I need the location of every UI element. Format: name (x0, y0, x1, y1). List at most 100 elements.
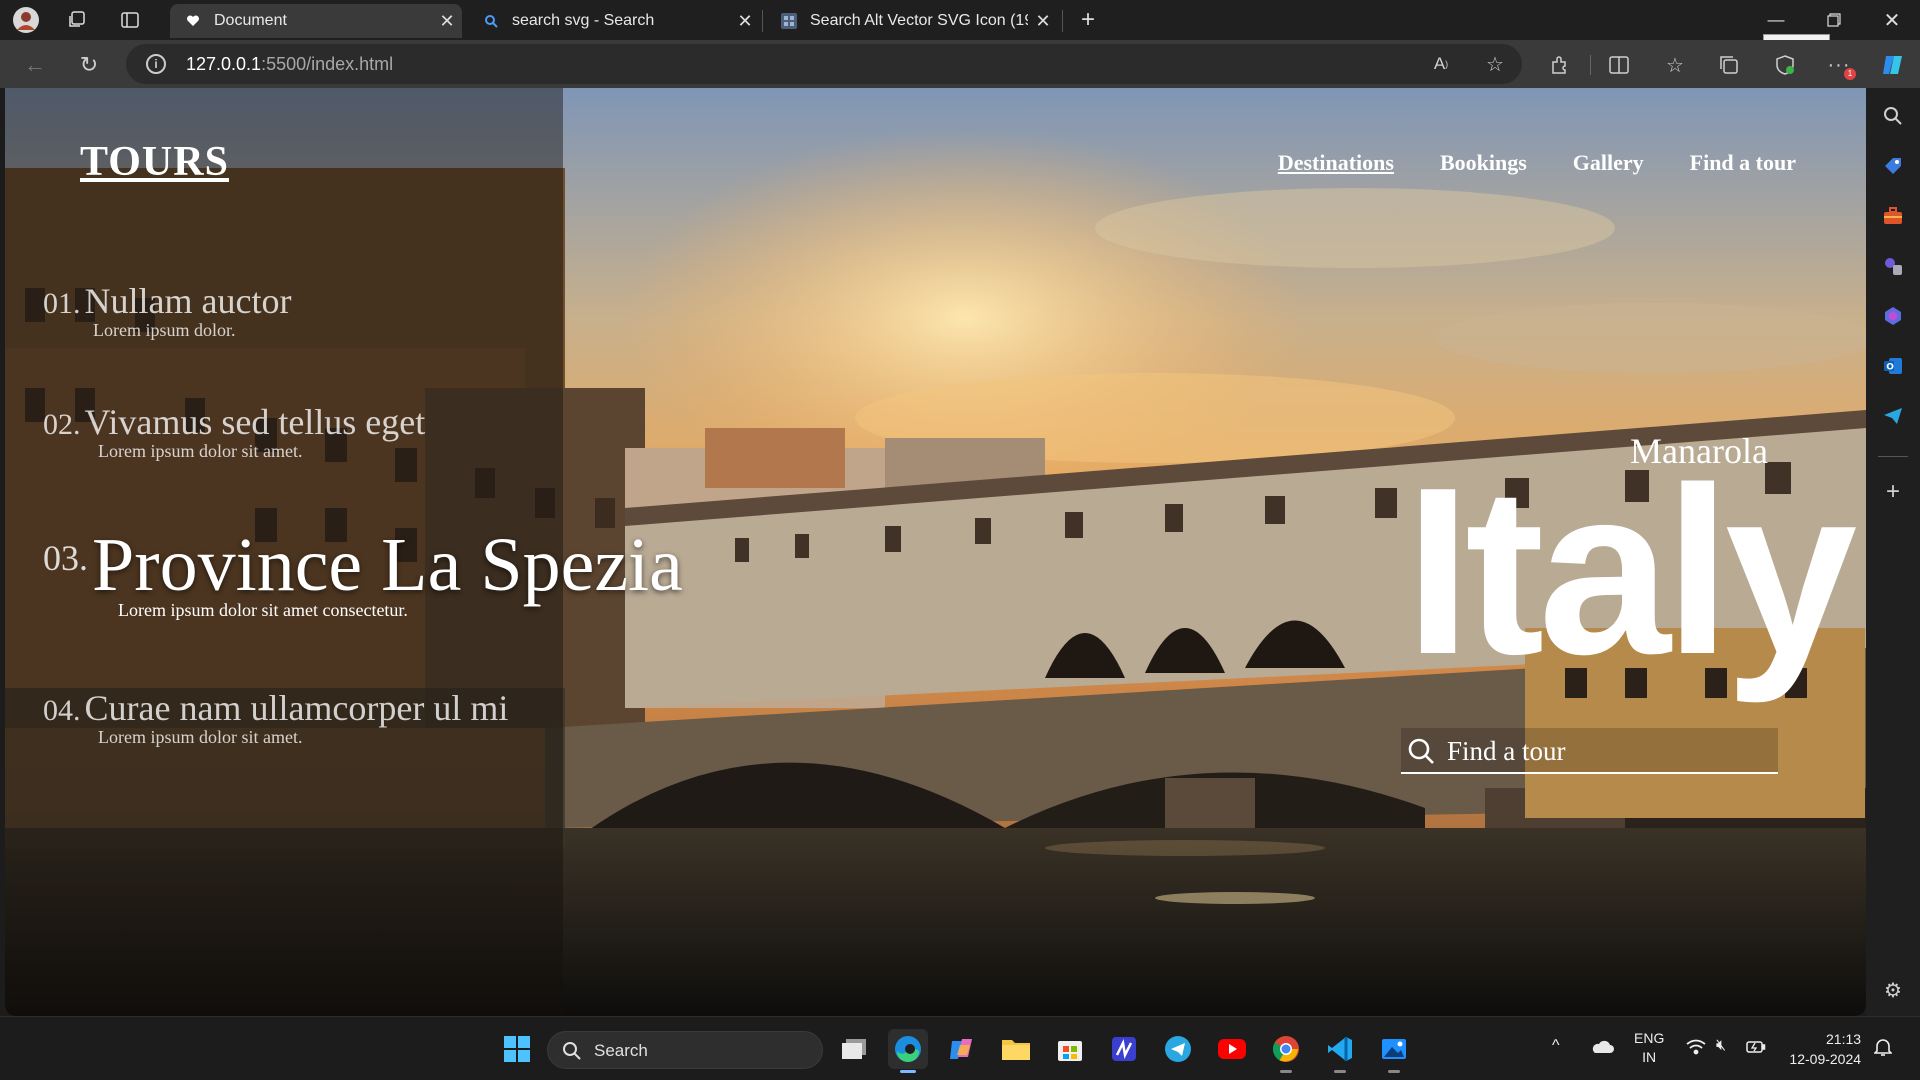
tools-briefcase-icon[interactable] (1879, 202, 1907, 230)
back-button[interactable]: ← (18, 48, 52, 82)
edge-sidebar: O + ⚙ (1866, 88, 1920, 1016)
address-bar[interactable]: i 127.0.0.1:5500/index.html A) ☆ (126, 44, 1522, 84)
vs-code-insiders-icon[interactable] (1104, 1029, 1144, 1069)
destination-name: Nullam auctor (84, 281, 292, 321)
nav-bookings[interactable]: Bookings (1440, 150, 1527, 176)
destination-item-3-active[interactable]: 03.Province La Spezia Lorem ipsum dolor … (43, 522, 683, 620)
favorite-star-icon[interactable]: ☆ (1480, 49, 1510, 79)
search-input[interactable] (1447, 732, 1767, 770)
copilot-icon[interactable] (1878, 50, 1908, 80)
tab-search-svg[interactable]: search svg - Search ✕ (468, 4, 760, 38)
toolbar-divider (1590, 55, 1591, 75)
close-icon[interactable]: ✕ (432, 11, 462, 32)
workspaces-icon[interactable] (60, 4, 92, 36)
search-icon (482, 12, 500, 30)
task-view-icon[interactable] (834, 1029, 874, 1069)
microsoft-365-icon[interactable] (1879, 302, 1907, 330)
taskbar-search-label: Search (594, 1041, 648, 1060)
search-icon[interactable] (1407, 737, 1435, 765)
wifi-icon[interactable] (1686, 1039, 1706, 1058)
destination-number: 01. (43, 287, 81, 320)
site-nav: Destinations Bookings Gallery Find a tou… (1278, 150, 1796, 176)
destination-description: Lorem ipsum dolor sit amet. (98, 727, 303, 747)
tab-document[interactable]: Document ✕ (170, 4, 462, 38)
hero-title: Italy (1405, 439, 1857, 704)
destination-description: Lorem ipsum dolor. (93, 320, 236, 340)
extensions-icon[interactable] (1544, 50, 1574, 80)
clock-time: 21:13 (1826, 1031, 1862, 1047)
browser-essentials-icon[interactable] (1770, 50, 1800, 80)
destination-name: Curae nam ullamcorper ul mi (84, 688, 509, 728)
close-window-button[interactable]: ✕ (1864, 0, 1920, 40)
clock[interactable]: 21:13 12-09-2024 (1786, 1029, 1861, 1069)
onedrive-cloud-icon[interactable] (1590, 1039, 1614, 1058)
photos-icon[interactable] (1374, 1029, 1414, 1073)
shopping-tag-icon[interactable] (1879, 152, 1907, 180)
telegram-icon[interactable] (1158, 1029, 1198, 1069)
close-icon[interactable]: ✕ (1028, 11, 1058, 32)
destination-item-1[interactable]: 01. Nullam auctor Lorem ipsum dolor. (43, 280, 292, 340)
chrome-icon[interactable] (1266, 1029, 1306, 1073)
svgrepo-icon (780, 12, 798, 30)
destination-description: Lorem ipsum dolor sit amet consectetur. (118, 600, 408, 620)
region-code: IN (1642, 1049, 1657, 1065)
site-logo[interactable]: TOURS (80, 138, 229, 186)
tab-actions-icon[interactable] (114, 4, 146, 36)
more-menu-icon[interactable]: ··· 1 (1824, 50, 1856, 80)
microsoft-store-icon[interactable] (1050, 1029, 1090, 1069)
notification-bell-icon[interactable] (1873, 1037, 1893, 1060)
split-screen-icon[interactable] (1604, 50, 1634, 80)
notification-badge: 1 (1844, 68, 1856, 80)
tab-search-alt-vector[interactable]: Search Alt Vector SVG Icon (19) - ✕ (766, 4, 1058, 38)
sidebar-divider (1878, 456, 1908, 457)
copilot-app-icon[interactable] (942, 1029, 982, 1069)
add-icon[interactable]: + (1879, 478, 1907, 506)
file-explorer-icon[interactable] (996, 1029, 1036, 1069)
gear-icon[interactable]: ⚙ (1879, 976, 1907, 1004)
svg-text:O: O (1886, 363, 1894, 373)
search-icon[interactable] (1879, 102, 1907, 130)
collections-icon[interactable] (1714, 50, 1744, 80)
nav-gallery[interactable]: Gallery (1573, 150, 1644, 176)
volume-muted-icon[interactable]: 🔇︎ (1716, 1037, 1726, 1055)
favorites-icon[interactable]: ☆ (1660, 50, 1690, 80)
heart-icon (184, 12, 202, 30)
refresh-button[interactable]: ↻ (72, 48, 106, 82)
url-text[interactable]: 127.0.0.1:5500/index.html (186, 54, 393, 75)
start-windows-icon[interactable] (497, 1029, 537, 1069)
profile-avatar[interactable] (10, 4, 42, 36)
battery-icon[interactable] (1746, 1039, 1766, 1058)
site-info-icon[interactable]: i (146, 54, 166, 74)
games-icon[interactable] (1879, 252, 1907, 280)
tab-title: Document (214, 12, 287, 29)
tab-divider (1062, 10, 1063, 32)
browser-title-bar: Document ✕ search svg - Search ✕ Search … (0, 0, 1920, 56)
language-indicator[interactable]: ENG IN (1634, 1029, 1664, 1067)
read-aloud-icon[interactable]: A) (1426, 49, 1456, 79)
outlook-icon[interactable]: O (1879, 352, 1907, 380)
clock-date: 12-09-2024 (1789, 1051, 1862, 1067)
taskbar-search[interactable]: Search (547, 1031, 823, 1069)
browser-toolbar: ← ↻ i 127.0.0.1:5500/index.html A) ☆ ☆ ·… (0, 40, 1920, 88)
new-tab-button[interactable]: + (1072, 4, 1104, 36)
tab-title: Search Alt Vector SVG Icon (19) - (810, 12, 1028, 29)
destination-number: 03. (43, 538, 88, 578)
destination-name: Vivamus sed tellus eget (84, 402, 426, 442)
youtube-icon[interactable] (1212, 1029, 1252, 1069)
tab-title: search svg - Search (512, 12, 655, 29)
nav-destinations[interactable]: Destinations (1278, 150, 1394, 176)
telegram-send-icon[interactable] (1879, 402, 1907, 430)
tab-divider (762, 10, 763, 32)
destination-name: Province La Spezia (92, 523, 683, 607)
edge-browser-icon[interactable] (888, 1029, 928, 1073)
page-viewport: TOURS Destinations Bookings Gallery Find… (5, 88, 1866, 1016)
destination-item-2[interactable]: 02. Vivamus sed tellus eget Lorem ipsum d… (43, 401, 426, 461)
nav-find-a-tour[interactable]: Find a tour (1690, 150, 1796, 176)
destination-item-4[interactable]: 04. Curae nam ullamcorper ul mi Lorem ips… (43, 687, 509, 747)
vscode-icon[interactable] (1320, 1029, 1360, 1073)
show-hidden-icons-icon[interactable]: ^ (1552, 1037, 1560, 1055)
search-icon (563, 1042, 581, 1060)
language-code: ENG (1634, 1030, 1665, 1046)
close-icon[interactable]: ✕ (730, 11, 760, 32)
find-tour-search (1401, 728, 1778, 774)
